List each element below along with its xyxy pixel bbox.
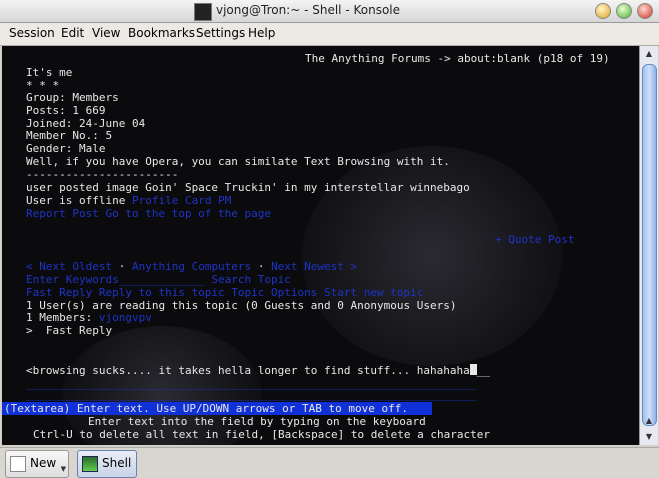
title-bar: vjong@Tron:~ - Shell - Konsole [0,0,659,23]
menu-edit[interactable]: Edit [61,26,84,40]
shell-tab-label: Shell [102,456,132,470]
post-line: Posts: 1 669 [26,104,106,117]
new-session-button[interactable]: New ▼ [5,450,69,478]
post-line: Member No.: 5 [26,129,113,142]
next-newest-link[interactable]: Next Newest > [271,260,357,273]
post-line: Well, if you have Opera, you can similat… [26,155,450,168]
session-tab-bar: New ▼ Shell [0,447,659,478]
terminal-screen[interactable]: The Anything Forums -> about:blank (p18 … [2,46,639,445]
vertical-scrollbar[interactable]: ▲ ▲ ▼ [639,46,658,445]
close-button[interactable] [637,3,653,19]
scroll-down-icon[interactable]: ▼ [640,429,658,445]
quote-post-link[interactable]: + Quote Post [495,233,574,246]
reply-textarea[interactable]: <browsing sucks.... it takes hella longe… [26,364,490,377]
nav-separator: · [257,260,265,273]
terminal-icon [82,456,98,472]
menu-bar: Session Edit View Bookmarks Settings Hel… [0,23,659,46]
scrollbar-thumb[interactable] [642,64,657,426]
members-line: 1 Members: vjongvpv [26,311,152,324]
new-session-label: New [30,456,57,470]
chevron-down-icon[interactable]: ▼ [61,465,66,473]
member-link[interactable]: vjongvpv [99,311,152,324]
topic-navigation: < Next Oldest · Anything Computers · Nex… [26,260,357,273]
help-line: Ctrl-U to delete all text in field, [Bac… [33,428,490,441]
menu-view[interactable]: View [92,26,120,40]
menu-session[interactable]: Session [9,26,55,40]
menu-bookmarks[interactable]: Bookmarks [128,26,195,40]
minimize-button[interactable] [595,3,611,19]
topic-options-line[interactable]: Fast Reply Reply to this topic Topic Opt… [26,286,423,299]
background-wallpaper-shape [302,146,562,366]
offline-line: User is offline Profile Card PM [26,194,231,207]
textarea-fill: __ [476,364,490,377]
textarea-content: <browsing sucks.... it takes hella longe… [26,364,470,377]
forum-link[interactable]: Anything Computers [132,260,251,273]
terminal-app-icon[interactable] [194,3,212,21]
post-line: ----------------------- [26,168,179,181]
textarea-divider: ________________________________________… [26,388,477,401]
window-title: vjong@Tron:~ - Shell - Konsole [216,3,401,17]
menu-settings[interactable]: Settings [196,26,245,40]
tab-shell[interactable]: Shell [77,450,137,478]
post-line: Group: Members [26,91,119,104]
post-line: Gender: Male [26,142,106,155]
nav-separator: · [118,260,126,273]
status-line: (Textarea) Enter text. Use UP/DOWN arrow… [4,402,408,415]
menu-help[interactable]: Help [248,26,275,40]
post-line: user posted image Goin' Space Truckin' i… [26,181,470,194]
scroll-up-icon[interactable]: ▲ [640,46,658,62]
help-line: Enter text into the field by typing on t… [88,415,426,428]
maximize-button[interactable] [616,3,632,19]
report-post-link[interactable]: Report Post Go to the top of the page [26,207,271,220]
next-oldest-link[interactable]: < Next Oldest [26,260,112,273]
page-header: The Anything Forums -> about:blank (p18 … [305,52,610,65]
post-line: It's me [26,66,73,79]
profile-card-link[interactable]: Profile Card PM [132,194,231,207]
search-keywords-line[interactable]: Enter Keywords_____________ Search Topic [26,273,291,286]
text-cursor [469,364,477,375]
members-label: 1 Members: [26,311,93,324]
new-document-icon [10,456,26,472]
fast-reply-label: > Fast Reply [26,324,113,337]
offline-status-text: User is offline [26,194,126,207]
scroll-up-icon[interactable]: ▲ [640,413,658,429]
